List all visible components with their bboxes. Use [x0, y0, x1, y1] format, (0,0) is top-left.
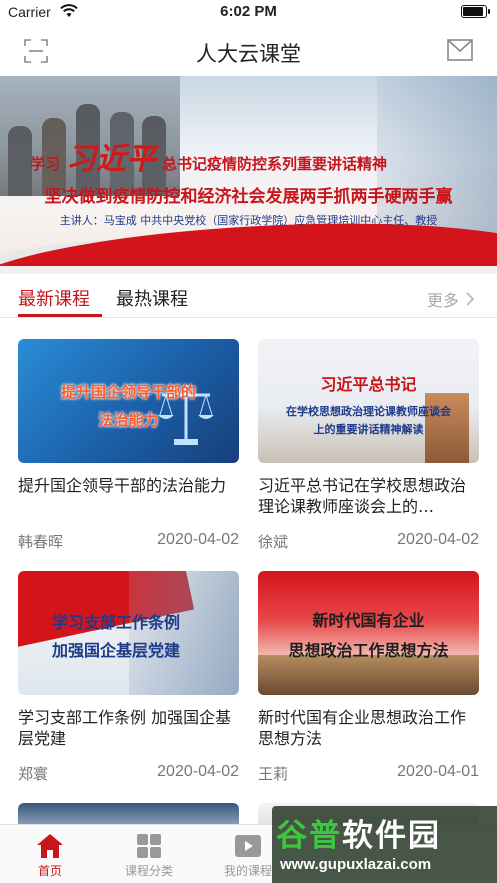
thumbnail-text: 在学校思想政治理论课教师座谈会 — [286, 405, 451, 418]
course-meta: 郑寰 2020-04-02 — [18, 763, 239, 784]
course-meta: 徐斌 2020-04-02 — [258, 531, 479, 552]
course-date: 2020-04-02 — [157, 531, 239, 548]
nav-bar: 人大云课堂 — [0, 26, 497, 76]
course-title: 提升国企领导干部的法治能力 — [18, 476, 227, 495]
thumbnail-city — [258, 655, 479, 695]
grid-icon — [137, 834, 161, 858]
course-thumbnail: 提升国企领导干部的 法治能力 — [18, 339, 239, 463]
battery-icon — [461, 5, 490, 18]
tabbar-home[interactable]: 首页 — [0, 825, 100, 883]
more-link[interactable]: 更多 — [427, 287, 475, 311]
tabbar-label: 首页 — [37, 864, 62, 878]
course-author: 徐斌 — [258, 533, 289, 551]
clock: 6:02 PM — [220, 3, 277, 20]
chevron-right-icon — [466, 292, 475, 306]
course-thumbnail: 习近平总书记 在学校思想政治理论课教师座谈会 上的重要讲话精神解读 — [258, 339, 479, 463]
watermark-logo: 谷普软件园 — [276, 818, 441, 854]
watermark: 谷普软件园 www.gupuxlazai.com — [272, 806, 497, 883]
section-separator — [0, 266, 497, 274]
course-meta: 韩春晖 2020-04-02 — [18, 531, 239, 552]
course-title: 习近平总书记在学校思想政治理论课教师座谈会上的… — [258, 476, 467, 516]
course-date: 2020-04-01 — [397, 763, 479, 780]
course-author: 韩春晖 — [18, 533, 64, 551]
thumbnail-text: 思想政治工作思想方法 — [288, 641, 449, 660]
thumbnail-skyline — [129, 571, 239, 695]
more-label: 更多 — [426, 291, 459, 310]
course-card[interactable]: 新时代国有企业 思想政治工作思想方法 新时代国有企业思想政治工作思想方法 王莉 … — [258, 571, 479, 784]
course-meta: 王莉 2020-04-01 — [258, 763, 479, 784]
mail-icon[interactable] — [447, 39, 473, 61]
tab-popular[interactable]: 最热课程 — [116, 285, 188, 311]
course-card[interactable]: 学习支部工作条例 加强国企基层党建 学习支部工作条例 加强国企基层党建 郑寰 2… — [18, 571, 239, 784]
tabbar-label: 课程分类 — [124, 864, 173, 878]
thumbnail-text: 法治能力 — [98, 411, 159, 429]
course-title: 新时代国有企业思想政治工作思想方法 — [258, 708, 467, 748]
course-author: 郑寰 — [18, 765, 49, 783]
home-icon — [37, 834, 63, 858]
thumbnail-text: 提升国企领导干部的 — [60, 383, 196, 401]
status-bar: Carrier 6:02 PM — [0, 0, 497, 26]
thumbnail-text: 上的重要讲话精神解读 — [313, 423, 424, 436]
page-title: 人大云课堂 — [196, 42, 301, 66]
course-tabs: 最新课程 最热课程 更多 — [0, 274, 497, 322]
course-date: 2020-04-02 — [397, 531, 479, 548]
thumbnail-text: 加强国企基层党建 — [52, 641, 181, 660]
course-card[interactable]: 提升国企领导干部的 法治能力 提升国企领导干部的法治能力 韩春晖 2020-04… — [18, 339, 239, 552]
course-date: 2020-04-02 — [157, 763, 239, 780]
course-thumbnail: 学习支部工作条例 加强国企基层党建 — [18, 571, 239, 695]
banner-subheadline: 坚决做到疫情防控和经济社会发展两手抓两手硬两手赢 — [44, 187, 453, 207]
banner-headline: 学习 习近平 总书记疫情防控系列重要讲话精神 — [30, 142, 388, 177]
thumbnail-text: 新时代国有企业 — [312, 611, 425, 630]
thumbnail-text: 习近平总书记 — [320, 375, 417, 394]
course-author: 王莉 — [258, 765, 289, 783]
hero-banner[interactable]: 学习 习近平 总书记疫情防控系列重要讲话精神 坚决做到疫情防控和经济社会发展两手抓两… — [0, 76, 497, 266]
course-title: 学习支部工作条例 加强国企基层党建 — [18, 708, 232, 748]
tabbar-categories[interactable]: 课程分类 — [99, 825, 199, 883]
course-card[interactable]: 习近平总书记 在学校思想政治理论课教师座谈会 上的重要讲话精神解读 习近平总书记… — [258, 339, 479, 552]
thumbnail-text: 学习支部工作条例 — [52, 613, 181, 632]
course-thumbnail: 新时代国有企业 思想政治工作思想方法 — [258, 571, 479, 695]
watermark-url: www.gupuxlazai.com — [280, 856, 432, 873]
play-icon — [235, 835, 261, 857]
tab-latest[interactable]: 最新课程 — [18, 285, 90, 311]
tab-divider — [0, 317, 497, 318]
